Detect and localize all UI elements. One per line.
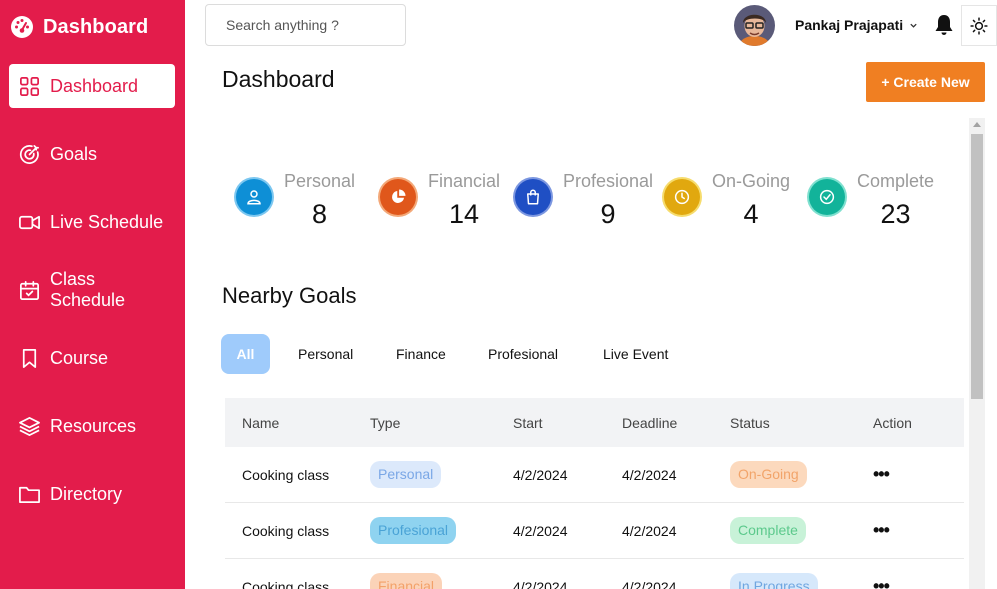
sidebar-item-live-schedule[interactable]: Live Schedule — [9, 200, 175, 244]
filter-tab-all[interactable]: All — [221, 334, 270, 374]
user-icon — [236, 179, 272, 215]
grid-icon — [20, 76, 39, 96]
stat-value: 4 — [743, 199, 759, 229]
sidebar-item-label: Goals — [50, 143, 98, 164]
clock-icon — [664, 179, 700, 215]
sidebar-item-label: Course — [50, 347, 109, 368]
page-title: Dashboard — [222, 66, 335, 92]
sidebar-item-label: Dashboard — [50, 75, 139, 96]
stat-value: 8 — [312, 199, 328, 229]
column-header-action: Action — [873, 414, 912, 431]
more-options-icon[interactable]: ••• — [873, 464, 890, 484]
more-options-icon[interactable]: ••• — [873, 576, 890, 589]
scroll-up-arrow-icon[interactable] — [973, 122, 981, 127]
notification-button[interactable] — [932, 13, 956, 37]
sidebar-item-course[interactable]: Course — [9, 336, 175, 380]
table-header: Name Type Start Deadline Status Action — [225, 398, 964, 447]
column-header-type[interactable]: Type — [370, 415, 513, 431]
goal-name: Cooking class — [242, 466, 330, 483]
avatar-image — [734, 5, 775, 46]
status-badge: Complete — [730, 517, 806, 544]
column-header-status[interactable]: Status — [730, 415, 873, 431]
filter-tab-profesional[interactable]: Profesional — [488, 334, 558, 374]
sidebar-item-directory[interactable]: Directory — [9, 472, 175, 516]
sidebar-item-goals[interactable]: Goals — [9, 132, 175, 176]
calendar-check-icon — [20, 280, 39, 300]
column-header-deadline[interactable]: Deadline — [622, 415, 730, 431]
start-date: 4/2/2024 — [513, 522, 568, 539]
sidebar-item-label: Class Schedule — [50, 269, 126, 310]
stat-complete: Complete 23 — [809, 170, 934, 231]
status-badge: On-Going — [730, 461, 807, 488]
type-badge: Profesional — [370, 517, 457, 544]
stat-on-going: On-Going 4 — [664, 170, 790, 231]
brand-title: Dashboard — [43, 15, 149, 38]
check-circle-icon — [809, 179, 845, 215]
user-menu[interactable]: Pankaj Prajapati — [795, 17, 918, 33]
stat-value: 14 — [449, 199, 480, 229]
sidebar-item-dashboard[interactable]: Dashboard — [9, 64, 175, 108]
table-row[interactable]: Cooking class Financial 4/2/2024 4/2/202… — [225, 559, 964, 589]
start-date: 4/2/2024 — [513, 578, 568, 589]
target-icon — [19, 144, 39, 164]
sidebar-item-label: Directory — [50, 483, 123, 504]
filter-tab-live-event[interactable]: Live Event — [603, 334, 668, 374]
section-title: Nearby Goals — [222, 283, 357, 308]
column-header-name[interactable]: Name — [225, 415, 370, 431]
more-options-icon[interactable]: ••• — [873, 520, 890, 540]
scrollbar[interactable] — [969, 118, 985, 589]
table-row[interactable]: Cooking class Personal 4/2/2024 4/2/2024… — [225, 447, 964, 503]
gauge-icon — [11, 16, 33, 38]
goals-table: Name Type Start Deadline Status Action C… — [225, 398, 964, 589]
start-date: 4/2/2024 — [513, 466, 568, 483]
sidebar-item-label: Live Schedule — [50, 211, 164, 232]
sun-icon — [970, 16, 988, 35]
layers-icon — [19, 416, 40, 436]
goal-name: Cooking class — [242, 522, 330, 539]
stat-label: Profesional — [563, 171, 654, 191]
filter-tab-personal[interactable]: Personal — [298, 334, 353, 374]
status-badge: In Progress — [730, 573, 818, 589]
chevron-down-icon — [910, 23, 917, 28]
app-window: Dashboard Dashboard Goals Live Schedule — [0, 0, 997, 589]
brand[interactable]: Dashboard — [10, 13, 148, 41]
stat-label: On-Going — [712, 171, 791, 191]
deadline-date: 4/2/2024 — [622, 466, 677, 483]
theme-toggle-button[interactable] — [961, 5, 997, 46]
search-input[interactable] — [205, 4, 406, 46]
deadline-date: 4/2/2024 — [622, 522, 677, 539]
create-new-button[interactable]: + Create New — [866, 62, 985, 102]
shopping-bag-icon — [515, 179, 551, 215]
stat-value: 9 — [600, 199, 616, 229]
sidebar-item-resources[interactable]: Resources — [9, 404, 175, 448]
table-row[interactable]: Cooking class Profesional 4/2/2024 4/2/2… — [225, 503, 964, 559]
folder-icon — [19, 486, 40, 503]
stat-personal: Personal 8 — [236, 170, 355, 231]
stat-financial: Financial 14 — [380, 170, 500, 231]
username-label: Pankaj Prajapati — [795, 17, 904, 33]
sidebar-item-class-schedule[interactable]: Class Schedule — [9, 268, 175, 312]
stat-label: Personal — [284, 171, 356, 191]
bell-icon — [935, 15, 953, 35]
pie-chart-icon — [380, 179, 416, 215]
stat-value: 23 — [880, 199, 911, 229]
column-header-start[interactable]: Start — [513, 415, 622, 431]
goal-name: Cooking class — [242, 578, 330, 589]
avatar[interactable] — [734, 5, 775, 46]
scrollbar-thumb[interactable] — [971, 134, 983, 399]
stat-profesional: Profesional 9 — [515, 170, 653, 231]
filter-tab-finance[interactable]: Finance — [396, 334, 446, 374]
stat-label: Financial — [428, 171, 501, 191]
bookmark-icon — [22, 348, 37, 368]
deadline-date: 4/2/2024 — [622, 578, 677, 589]
sidebar-item-label: Resources — [50, 415, 137, 436]
type-badge: Financial — [370, 573, 443, 589]
stat-label: Complete — [857, 171, 935, 191]
video-icon — [19, 215, 40, 229]
sidebar: Dashboard Dashboard Goals Live Schedule — [0, 0, 185, 589]
type-badge: Personal — [370, 461, 442, 488]
